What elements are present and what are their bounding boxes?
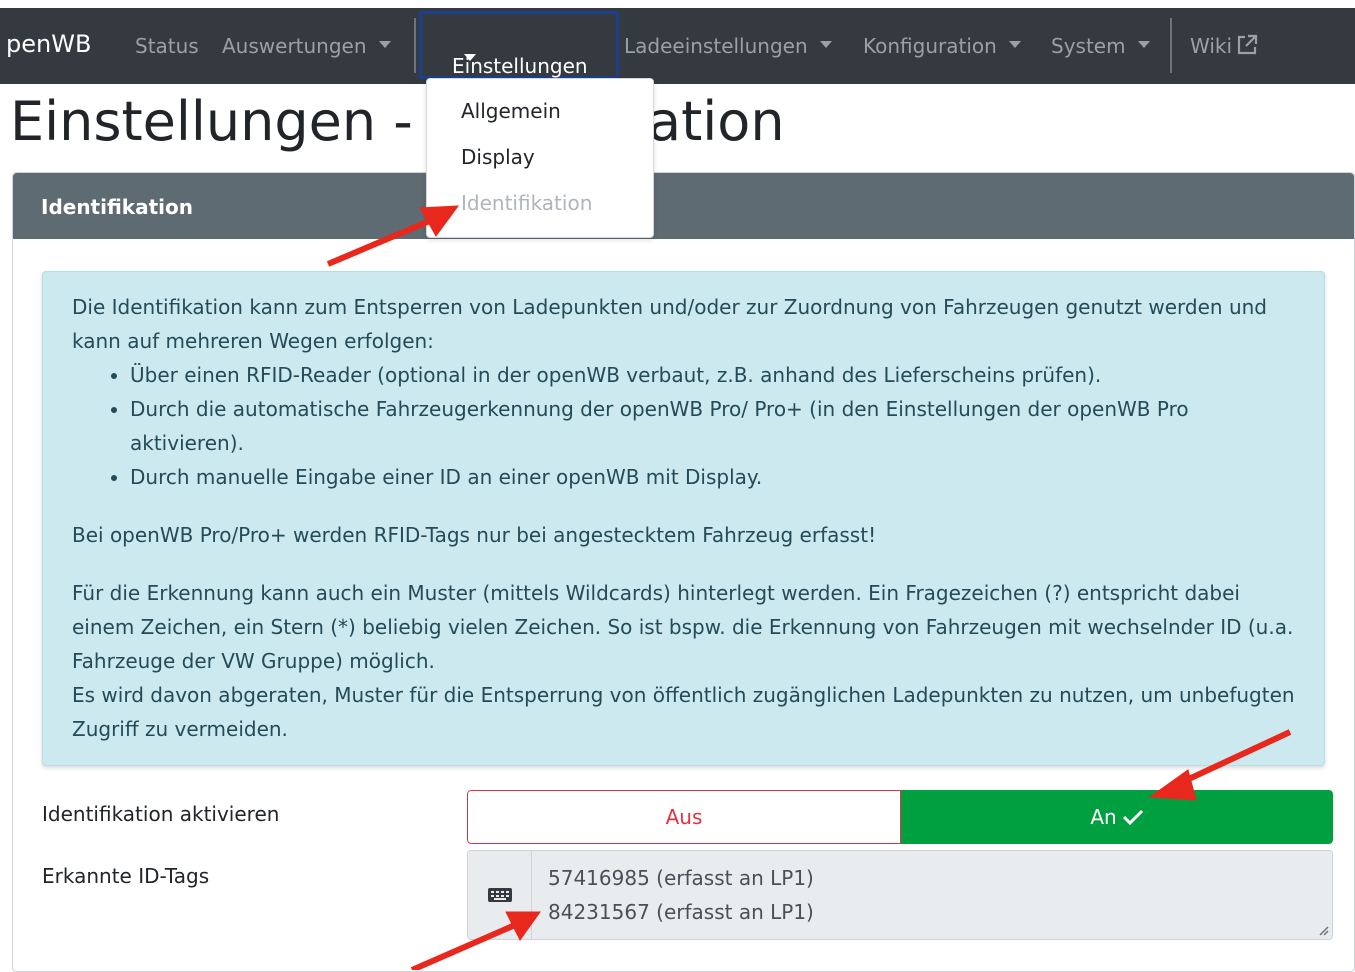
nav-wiki-label: Wiki [1190, 34, 1233, 58]
caret-down-icon [378, 41, 391, 48]
nav-einstellungen[interactable]: Einstellungen [419, 11, 619, 79]
page-title: Einstellungen - Identifikation [10, 90, 785, 153]
nav-wiki[interactable]: Wiki [1190, 34, 1258, 58]
nav-status-label: Status [135, 34, 199, 58]
nav-konfiguration-label: Konfiguration [863, 34, 997, 58]
id-tags-textarea[interactable]: 57416985 (erfasst an LP1) 84231567 (erfa… [467, 850, 1333, 940]
nav-status[interactable]: Status [135, 34, 199, 58]
toggle-off-label: Aus [665, 805, 703, 829]
nav-divider [1170, 18, 1172, 73]
toggle-on-button[interactable]: An [901, 790, 1333, 844]
info-intro: Die Identifikation kann zum Entsperren v… [72, 295, 1267, 353]
info-bullet: Über einen RFID-Reader (optional in der … [130, 358, 1306, 392]
info-note: Bei openWB Pro/Pro+ werden RFID-Tags nur… [72, 523, 877, 547]
id-tag-line: 84231567 (erfasst an LP1) [548, 900, 814, 924]
nav-ladeeinstellungen-label: Ladeeinstellungen [624, 34, 808, 58]
dropdown-item-allgemein[interactable]: Allgemein [461, 99, 561, 123]
info-bullet: Durch die automatische Fahrzeugerkennung… [130, 392, 1306, 460]
info-bullet: Durch manuelle Eingabe einer ID an einer… [130, 460, 1306, 494]
id-tags-list: 57416985 (erfasst an LP1) 84231567 (erfa… [532, 851, 814, 939]
card-header: Identifikation [13, 173, 1354, 239]
dropdown-item-display[interactable]: Display [461, 145, 535, 169]
toggle-on-label: An [1090, 805, 1117, 829]
keyboard-icon [468, 851, 532, 939]
top-navbar: penWB Status Auswertungen Einstellungen … [0, 8, 1355, 84]
card-header-title: Identifikation [41, 195, 193, 219]
nav-auswertungen[interactable]: Auswertungen [222, 34, 391, 58]
resize-handle-icon[interactable] [1317, 924, 1329, 936]
info-warning: Es wird davon abgeraten, Muster für die … [72, 683, 1295, 741]
info-bullet-list: Über einen RFID-Reader (optional in der … [72, 358, 1306, 494]
id-tag-line: 57416985 (erfasst an LP1) [548, 866, 814, 890]
check-icon [1122, 809, 1143, 826]
caret-down-icon [1008, 41, 1021, 48]
toggle-off-button[interactable]: Aus [467, 790, 901, 844]
activate-toggle: Aus An [467, 790, 1333, 844]
info-alert: Die Identifikation kann zum Entsperren v… [42, 271, 1325, 766]
nav-auswertungen-label: Auswertungen [222, 34, 367, 58]
caret-down-icon [819, 41, 832, 48]
caret-down-icon [464, 54, 476, 61]
tags-label: Erkannte ID-Tags [42, 864, 210, 888]
info-pattern: Für die Erkennung kann auch ein Muster (… [72, 581, 1294, 673]
nav-divider [414, 18, 416, 73]
nav-system[interactable]: System [1051, 34, 1150, 58]
dropdown-item-identifikation[interactable]: Identifikation [461, 191, 592, 215]
einstellungen-dropdown: Allgemein Display Identifikation [426, 78, 654, 238]
nav-ladeeinstellungen[interactable]: Ladeeinstellungen [624, 34, 832, 58]
brand-logo[interactable]: penWB [6, 30, 91, 58]
activate-label: Identifikation aktivieren [42, 802, 280, 826]
nav-konfiguration[interactable]: Konfiguration [863, 34, 1021, 58]
caret-down-icon [1137, 41, 1150, 48]
nav-system-label: System [1051, 34, 1126, 58]
external-link-icon [1237, 34, 1258, 55]
